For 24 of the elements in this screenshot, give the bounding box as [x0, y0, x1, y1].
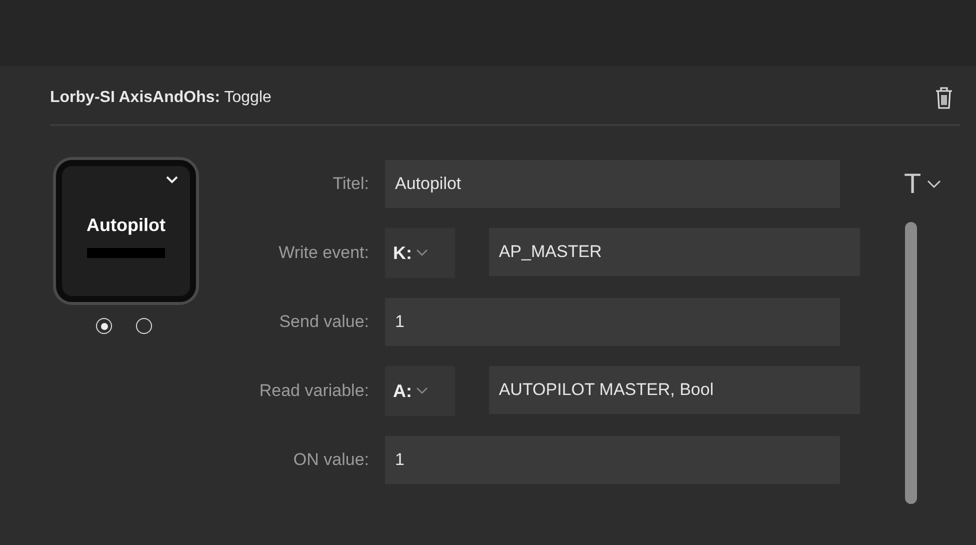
action-title: Lorby-SI AxisAndOhs: Toggle [50, 89, 272, 107]
prefix-dropdown[interactable]: A: [385, 366, 455, 416]
key-label: Autopilot [86, 214, 166, 236]
scrollbar[interactable] [905, 222, 917, 504]
input-field[interactable]: Autopilot [385, 160, 840, 208]
text-style-dropdown[interactable]: T [904, 168, 976, 200]
chevron-icon [416, 387, 428, 395]
field-label: Titel: [332, 174, 369, 194]
chevron-icon [416, 249, 428, 257]
state-radio[interactable] [96, 318, 112, 334]
input-field[interactable]: 1 [385, 298, 840, 346]
input-field[interactable]: AP_MASTER [488, 228, 860, 276]
prefix-dropdown[interactable]: K: [385, 228, 455, 278]
input-field[interactable]: AUTOPILOT MASTER, Bool [488, 366, 860, 414]
field-label: ON value: [292, 450, 369, 470]
input-field[interactable]: 1 [385, 436, 840, 484]
state-radio[interactable] [136, 318, 152, 334]
trash-icon[interactable] [934, 86, 954, 110]
key-preview[interactable]: Autopilot [56, 160, 196, 302]
field-label: Send value: [278, 312, 369, 332]
chevron-icon [927, 180, 942, 188]
field-label: Read variable: [258, 381, 369, 401]
field-label: Write event: [278, 243, 369, 263]
chevron-icon[interactable] [166, 176, 178, 184]
